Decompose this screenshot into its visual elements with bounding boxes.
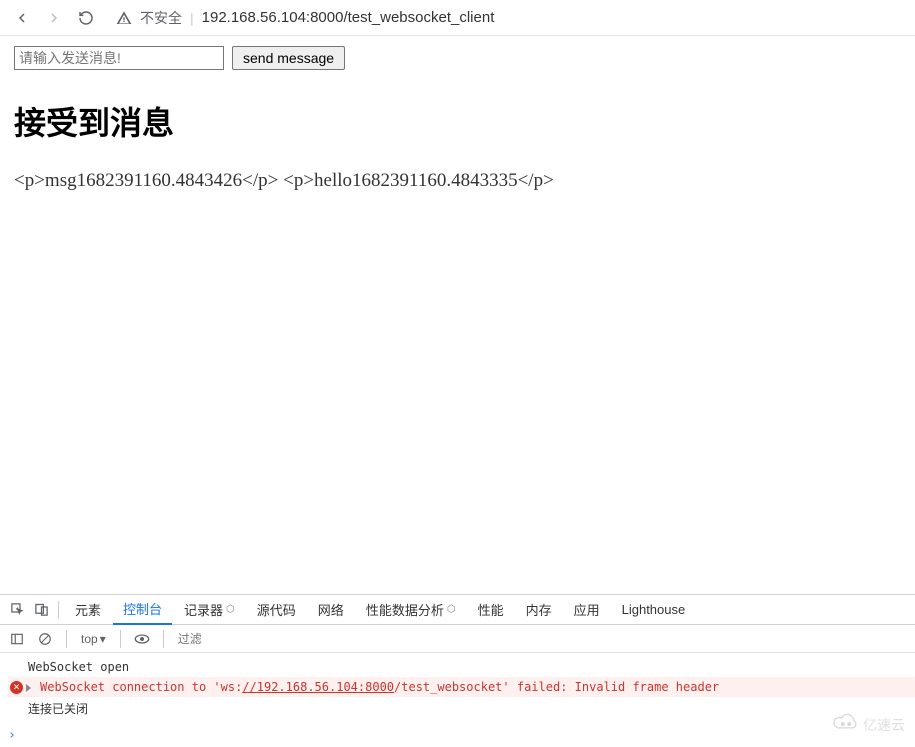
insecure-warning-icon bbox=[116, 10, 132, 26]
send-form: send message bbox=[14, 46, 901, 70]
back-button[interactable] bbox=[10, 6, 34, 30]
console-toolbar: top ▾ bbox=[0, 625, 915, 653]
send-button[interactable]: send message bbox=[232, 46, 345, 70]
error-icon: ✕ bbox=[10, 681, 23, 694]
experiment-icon: ⬡ bbox=[447, 604, 456, 615]
device-toggle-icon[interactable] bbox=[30, 599, 52, 621]
console-prompt[interactable]: › bbox=[0, 724, 915, 747]
page-content: send message 接受到消息 <p>msg1682391160.4843… bbox=[0, 36, 915, 202]
tab-sources[interactable]: 源代码 bbox=[247, 595, 306, 625]
reload-button[interactable] bbox=[74, 6, 98, 30]
clear-console-icon[interactable] bbox=[34, 628, 56, 650]
chevron-down-icon: ▾ bbox=[100, 632, 106, 646]
filter-input[interactable] bbox=[174, 630, 254, 648]
divider bbox=[66, 630, 67, 648]
divider bbox=[163, 630, 164, 648]
received-heading: 接受到消息 bbox=[14, 98, 901, 144]
context-selector[interactable]: top ▾ bbox=[77, 630, 110, 648]
tab-recorder[interactable]: 记录器⬡ bbox=[174, 595, 245, 625]
expand-icon[interactable] bbox=[26, 684, 31, 692]
error-message: WebSocket connection to 'ws://192.168.56… bbox=[40, 680, 719, 694]
tab-elements[interactable]: 元素 bbox=[65, 595, 111, 625]
tab-performance-insights[interactable]: 性能数据分析⬡ bbox=[356, 595, 466, 625]
tab-lighthouse[interactable]: Lighthouse bbox=[612, 595, 696, 625]
tab-performance[interactable]: 性能 bbox=[468, 595, 514, 625]
inspect-icon[interactable] bbox=[6, 599, 28, 621]
browser-toolbar: 不安全 | 192.168.56.104:8000/test_websocket… bbox=[0, 0, 915, 36]
experiment-icon: ⬡ bbox=[226, 604, 235, 615]
devtools-tabs: 元素 控制台 记录器⬡ 源代码 网络 性能数据分析⬡ 性能 内存 应用 Ligh… bbox=[0, 595, 915, 625]
console-log-line: 连接已关闭 bbox=[8, 697, 915, 720]
message-input[interactable] bbox=[14, 46, 224, 70]
console-error-line: ✕ WebSocket connection to 'ws://192.168.… bbox=[8, 677, 915, 697]
url-text: 192.168.56.104:8000/test_websocket_clien… bbox=[202, 9, 495, 26]
devtools-panel: 元素 控制台 记录器⬡ 源代码 网络 性能数据分析⬡ 性能 内存 应用 Ligh… bbox=[0, 594, 915, 747]
forward-button[interactable] bbox=[42, 6, 66, 30]
security-label: 不安全 bbox=[140, 8, 182, 28]
divider bbox=[120, 630, 121, 648]
received-messages: <p>msg1682391160.4843426</p> <p>hello168… bbox=[14, 170, 901, 192]
console-log-line: WebSocket open bbox=[8, 657, 915, 677]
console-output: WebSocket open ✕ WebSocket connection to… bbox=[0, 653, 915, 724]
tab-application[interactable]: 应用 bbox=[564, 595, 610, 625]
tab-network[interactable]: 网络 bbox=[308, 595, 354, 625]
address-separator: | bbox=[190, 10, 194, 26]
live-expression-icon[interactable] bbox=[131, 628, 153, 650]
tab-console[interactable]: 控制台 bbox=[113, 595, 172, 625]
address-bar[interactable]: 不安全 | 192.168.56.104:8000/test_websocket… bbox=[116, 8, 494, 28]
tab-memory[interactable]: 内存 bbox=[516, 595, 562, 625]
divider bbox=[58, 601, 59, 619]
sidebar-toggle-icon[interactable] bbox=[6, 628, 28, 650]
